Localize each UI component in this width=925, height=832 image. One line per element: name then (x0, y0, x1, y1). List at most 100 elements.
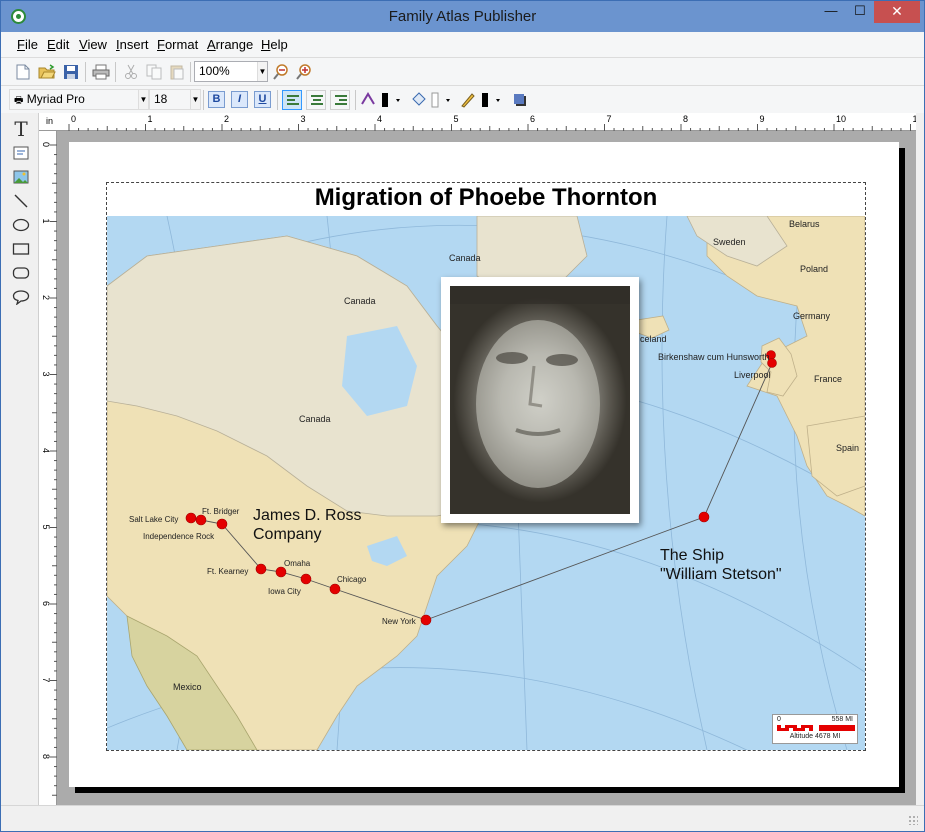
app-window: Family Atlas Publisher — ☐ ✕ File Edit V… (0, 0, 925, 832)
zoom-out-button[interactable] (271, 62, 291, 82)
map-title[interactable]: Migration of Phoebe Thornton (107, 183, 865, 216)
ruler-label: 2 (224, 114, 229, 124)
scale-zero: 0 (777, 716, 781, 723)
ruler-label: 6 (41, 601, 51, 606)
menu-view[interactable]: View (79, 37, 107, 52)
menu-edit[interactable]: Edit (47, 37, 69, 52)
map-label-germany: Germany (793, 311, 831, 321)
align-right-button[interactable] (330, 90, 350, 110)
zoom-in-button[interactable] (294, 62, 314, 82)
ship-annotation[interactable]: The Ship "William Stetson" (660, 546, 782, 584)
align-center-button[interactable] (306, 90, 326, 110)
portrait-photo[interactable] (441, 277, 639, 523)
text-tool[interactable]: T (10, 117, 32, 141)
open-folder-icon (38, 64, 56, 79)
menu-help[interactable]: Help (261, 37, 288, 52)
ellipse-tool[interactable] (10, 215, 32, 235)
maximize-button[interactable]: ☐ (846, 1, 874, 23)
new-document-button[interactable] (13, 62, 33, 82)
resize-grip-icon[interactable] (908, 815, 918, 825)
map-label-canada-south: Canada (299, 414, 331, 424)
map-label-birkenshaw: Birkenshaw cum Hunsworth (658, 352, 770, 362)
zoom-value: 100% (199, 64, 230, 78)
rounded-rectangle-tool[interactable] (10, 263, 32, 283)
zoom-out-icon (273, 64, 288, 80)
fill-color-button[interactable] (410, 90, 456, 110)
font-size-combo[interactable]: 18 ▼ (149, 89, 201, 110)
fill-bucket-icon (412, 92, 450, 108)
marker-ft-kearney (255, 563, 267, 575)
ruler-label: 4 (377, 114, 382, 124)
copy-button[interactable] (144, 62, 164, 82)
marker-salt-lake-city (185, 512, 197, 524)
vertical-ruler: 0 1 2 3 4 5 6 7 8 (39, 131, 57, 805)
menu-arrange[interactable]: Arrange (207, 37, 253, 52)
chevron-down-icon: ▼ (257, 62, 267, 81)
ruler-label: 7 (41, 678, 51, 683)
paste-button[interactable] (167, 62, 187, 82)
zoom-in-icon (296, 64, 311, 80)
paste-icon (170, 65, 184, 80)
new-document-icon (16, 64, 30, 80)
line-color-button[interactable] (460, 90, 506, 110)
portrait-image (450, 286, 630, 514)
scale-distance: 558 MI (831, 716, 853, 723)
open-button[interactable] (37, 62, 57, 82)
text-box-icon (13, 146, 29, 160)
ruler-label: 0 (41, 142, 51, 147)
document-canvas[interactable]: Migration of Phoebe Thornton Canada Cana… (57, 131, 916, 805)
menu-insert[interactable]: Insert (116, 37, 149, 52)
rectangle-tool[interactable] (10, 239, 32, 259)
marker-iowa-city (300, 573, 312, 585)
zoom-combo[interactable]: 100% ▼ (194, 61, 268, 82)
ruler-label: 2 (41, 295, 51, 300)
map-label-iowa-city: Iowa City (268, 587, 301, 596)
italic-button[interactable]: I (231, 91, 248, 108)
company-annotation-line2: Company (253, 526, 322, 543)
company-annotation[interactable]: James D. Ross Company (253, 506, 361, 544)
ruler-label: 3 (301, 114, 306, 124)
horizontal-ruler: 0 1 2 3 4 5 6 7 8 9 10 11 (39, 113, 922, 131)
close-button[interactable]: ✕ (874, 1, 920, 23)
map-label-belarus: Belarus (789, 219, 820, 229)
map-label-canada-mid: Canada (344, 296, 376, 306)
line-icon (14, 194, 28, 208)
ship-annotation-line2: "William Stetson" (660, 566, 782, 583)
marker-new-york (420, 614, 432, 626)
shadow-button[interactable] (510, 90, 530, 110)
window-title: Family Atlas Publisher (388, 8, 537, 25)
marker-omaha (275, 566, 287, 578)
ruler-label: 4 (41, 448, 51, 453)
map-label-salt-lake-city: Salt Lake City (129, 515, 179, 524)
company-annotation-line1: James D. Ross (253, 507, 362, 524)
shadow-icon (514, 94, 526, 106)
ruler-label: 3 (41, 372, 51, 377)
ruler-label: 5 (454, 114, 459, 124)
title-bar: Family Atlas Publisher — ☐ ✕ (1, 1, 924, 32)
cut-button[interactable] (121, 62, 141, 82)
callout-tool[interactable] (10, 287, 32, 307)
save-button[interactable] (61, 62, 81, 82)
minimize-button[interactable]: — (817, 1, 845, 23)
font-combo[interactable]: 🖶 Myriad Pro ▼ (9, 89, 149, 110)
ruler-label: 0 (71, 114, 76, 124)
rounded-rectangle-icon (12, 267, 30, 279)
text-color-button[interactable] (360, 90, 406, 110)
menu-file[interactable]: File (17, 37, 38, 52)
marker-chicago (329, 583, 341, 595)
pen-icon (461, 93, 500, 108)
underline-button[interactable]: U (254, 91, 271, 108)
ruler-label: 11 (913, 114, 917, 124)
map-label-independence-rock: Independence Rock (143, 532, 215, 541)
map-label-omaha: Omaha (284, 559, 311, 568)
picture-tool[interactable] (10, 167, 32, 187)
standard-toolbar: 100% ▼ (1, 57, 924, 85)
align-left-button[interactable] (282, 90, 302, 110)
text-box-tool[interactable] (10, 143, 32, 163)
line-tool[interactable] (10, 191, 32, 211)
bold-button[interactable]: B (208, 91, 225, 108)
print-button[interactable] (91, 62, 111, 82)
menu-format[interactable]: Format (157, 37, 198, 52)
marker-independence-rock (216, 518, 228, 530)
map-element[interactable]: Migration of Phoebe Thornton Canada Cana… (106, 182, 866, 751)
